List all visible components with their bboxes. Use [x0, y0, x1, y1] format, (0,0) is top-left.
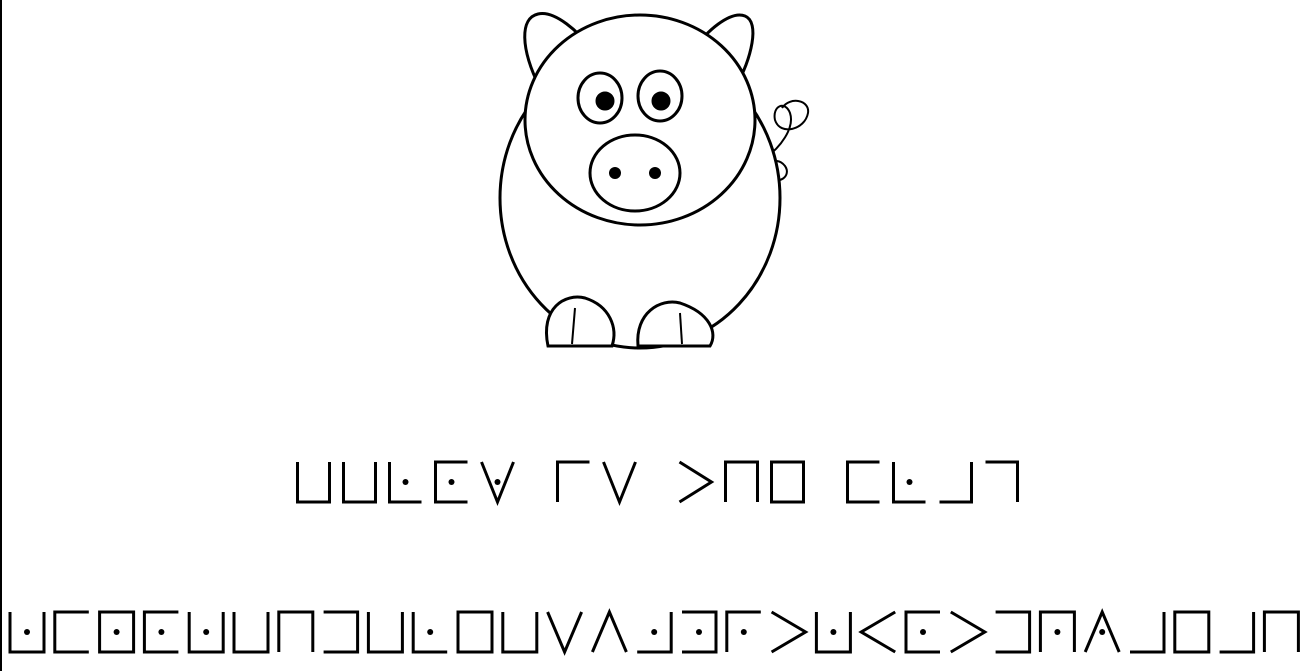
cipher-title-glyphs [296, 460, 1019, 507]
cipher-glyph [1219, 612, 1256, 654]
cipher-glyph [501, 612, 539, 654]
cipher-dot [158, 629, 165, 635]
snout [588, 133, 682, 213]
cipher-glyph [53, 610, 89, 654]
cipher-glyph [985, 460, 1019, 502]
cipher-glyph [770, 460, 805, 504]
cipher-dot [113, 629, 120, 635]
cipher-glyph [591, 608, 628, 653]
cipher-dot [651, 629, 658, 635]
cipher-glyph [1173, 610, 1211, 654]
cipher-glyph [411, 612, 448, 654]
cipher-dot [696, 629, 702, 635]
cipher-dot [920, 629, 926, 635]
cipher-glyph [323, 610, 360, 654]
cipher-dot [427, 629, 434, 635]
cipher-dot [448, 479, 455, 485]
cipher-glyph [682, 610, 718, 654]
cipher-glyph [1130, 612, 1166, 654]
cipher-glyph [1262, 610, 1300, 652]
cipher-glyph [950, 610, 988, 654]
cipher-glyph [556, 460, 590, 502]
cipher-message-glyphs [8, 608, 1300, 656]
cipher-glyph [678, 460, 715, 504]
cipher-glyph [142, 610, 179, 654]
cipher-glyph [858, 610, 896, 654]
cipher-dot [906, 479, 913, 485]
cipher-glyph [995, 610, 1032, 654]
cipher-dot [494, 479, 501, 485]
cipher-glyph [1038, 610, 1076, 652]
cipher-glyph [892, 462, 926, 504]
cipher-glyph [98, 610, 136, 654]
cipher-glyph [637, 612, 673, 654]
cipher-glyph [388, 462, 422, 504]
cipher-glyph [770, 610, 809, 654]
cipher-dot [24, 629, 30, 635]
cipher-glyph [904, 610, 940, 654]
cipher-glyph [456, 610, 494, 654]
cipher-glyph [846, 460, 880, 504]
cipher-dot [203, 629, 210, 635]
cipher-glyph [1083, 608, 1121, 653]
cipher-dot [402, 479, 409, 485]
cipher-glyph [187, 612, 225, 654]
cipher-dot [1054, 629, 1061, 635]
cipher-glyph [725, 610, 761, 652]
cipher-glyph [724, 460, 759, 502]
cipher-dot [740, 629, 747, 635]
pig-illustration [498, 12, 810, 350]
cipher-glyph [232, 612, 270, 654]
cipher-glyph [939, 462, 973, 504]
cipher-glyph [366, 612, 404, 654]
cipher-glyph [8, 612, 46, 654]
cipher-dot [1099, 629, 1106, 635]
cipher-glyph [480, 461, 515, 507]
cipher-glyph [546, 611, 583, 656]
cipher-glyph [277, 610, 315, 652]
cipher-glyph [296, 462, 331, 504]
cipher-glyph [342, 462, 377, 504]
cipher-dot [830, 629, 837, 635]
cipher-glyph [814, 612, 852, 654]
cipher-message [0, 608, 1315, 656]
cipher-glyph [434, 460, 468, 504]
cipher-title [0, 460, 1315, 507]
cipher-glyph [602, 461, 637, 507]
